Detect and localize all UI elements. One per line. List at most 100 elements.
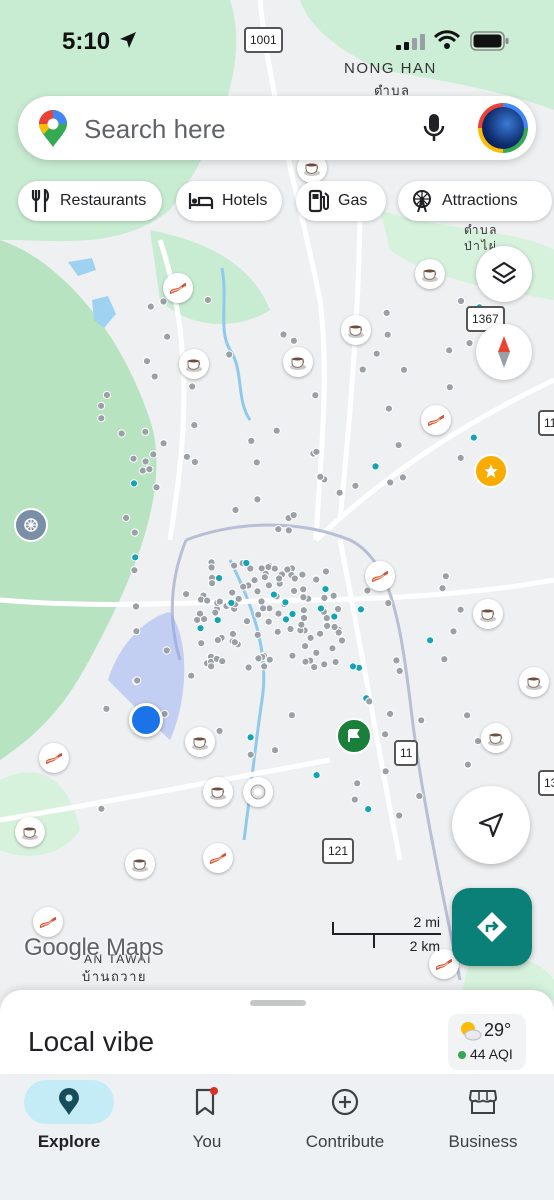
poi-dot xyxy=(289,336,298,345)
poi-dot xyxy=(365,697,374,706)
poi-dot xyxy=(351,481,360,490)
road-shield-11: 11 xyxy=(394,740,419,766)
coffee-cup-icon xyxy=(132,859,148,872)
poi-dot xyxy=(247,436,256,445)
poi-dot xyxy=(272,426,281,435)
temple-pin[interactable] xyxy=(14,508,48,542)
poi-dot xyxy=(257,564,266,573)
compass-button[interactable] xyxy=(476,324,532,380)
poi-dot xyxy=(290,574,299,583)
poi-dot xyxy=(146,302,155,311)
coffee-cup-icon xyxy=(488,733,504,746)
chip-gas-label: Gas xyxy=(338,192,368,209)
poi-dot xyxy=(384,599,393,608)
flag-pin[interactable] xyxy=(336,718,372,754)
star-pin[interactable] xyxy=(474,454,508,488)
road-shield-121: 121 xyxy=(322,838,355,864)
cafe-pin[interactable] xyxy=(125,849,155,879)
cafe-pin[interactable] xyxy=(415,259,445,289)
cell-signal-icon xyxy=(396,34,425,50)
poi-dot xyxy=(463,760,472,769)
poi-dot xyxy=(281,598,290,607)
poi-dot xyxy=(316,604,325,613)
chip-hotels-label: Hotels xyxy=(222,192,268,209)
poi-dot xyxy=(253,630,262,640)
poi-dot xyxy=(386,709,395,719)
poi-dot xyxy=(445,383,454,392)
cafe-pin[interactable] xyxy=(519,667,549,697)
mic-icon[interactable] xyxy=(422,112,446,144)
restaurant-pin[interactable] xyxy=(365,561,395,591)
compass-icon xyxy=(498,336,510,368)
chip-gas[interactable]: Gas xyxy=(296,181,386,221)
cafe-pin[interactable] xyxy=(179,349,209,379)
poi-dot xyxy=(117,429,126,438)
status-time: 5:10 xyxy=(62,28,111,55)
bottom-sheet[interactable]: Local vibe 29° 44 AQI xyxy=(0,990,554,1080)
weather-widget[interactable]: 29° 44 AQI xyxy=(448,1014,526,1070)
directions-button[interactable] xyxy=(452,888,532,966)
sheet-drag-handle[interactable] xyxy=(250,1000,306,1006)
poi-dot xyxy=(297,620,306,629)
scale-miles: 2 mi xyxy=(413,914,440,930)
restaurant-pin[interactable] xyxy=(33,907,63,937)
poi-dot xyxy=(469,433,478,442)
tab-business-label: Business xyxy=(448,1132,518,1151)
tab-business[interactable]: Business xyxy=(414,1074,552,1174)
poi-dot xyxy=(335,488,344,497)
cafe-pin[interactable] xyxy=(481,723,511,753)
cafe-pin[interactable] xyxy=(341,315,371,345)
poi-dot xyxy=(316,472,325,481)
cafe-pin[interactable] xyxy=(185,727,215,757)
cafe-pin[interactable] xyxy=(203,777,233,807)
layers-button[interactable] xyxy=(476,246,532,302)
poi-dot xyxy=(306,633,315,643)
google-maps-logo: Google Maps xyxy=(24,934,164,961)
poi-dot xyxy=(270,564,279,573)
scale-km: 2 km xyxy=(409,938,440,954)
layers-icon xyxy=(491,261,517,285)
wifi-icon xyxy=(434,30,460,49)
restaurant-pin[interactable] xyxy=(421,405,451,435)
search-bar[interactable]: Search here xyxy=(18,96,536,160)
cafe-pin[interactable] xyxy=(283,347,313,377)
poi-dot xyxy=(299,606,308,615)
poi-dot xyxy=(215,597,224,606)
poi-dot xyxy=(320,660,329,669)
account-avatar[interactable] xyxy=(478,103,528,153)
battery-icon xyxy=(470,31,509,51)
poi-dot xyxy=(273,627,282,636)
tab-you[interactable]: You xyxy=(138,1074,276,1174)
poi-dot xyxy=(122,513,131,523)
poi-dot xyxy=(270,746,280,755)
chip-restaurants[interactable]: Restaurants xyxy=(18,181,162,221)
restaurant-pin[interactable] xyxy=(203,843,233,873)
cafe-pin[interactable] xyxy=(473,599,503,629)
chip-hotels[interactable]: Hotels xyxy=(176,181,282,221)
poi-dot xyxy=(312,447,321,456)
map-view[interactable]: NONG HAN ตำบล ตำบล ป่าไผ่ AN TAWAI บ้านถ… xyxy=(0,0,554,1000)
poi-dot xyxy=(149,450,158,459)
poi-dot xyxy=(440,655,449,664)
cafe-pin[interactable] xyxy=(15,817,45,847)
tab-contribute[interactable]: Contribute xyxy=(276,1074,414,1174)
dining-pin[interactable] xyxy=(243,777,273,807)
poi-dot xyxy=(150,372,159,381)
restaurant-pin[interactable] xyxy=(163,273,193,303)
coffee-cup-icon xyxy=(192,737,208,750)
poi-dot xyxy=(208,579,217,588)
search-input[interactable]: Search here xyxy=(84,114,226,145)
poi-dot xyxy=(331,657,340,667)
poi-dot xyxy=(311,391,320,400)
tab-explore[interactable]: Explore xyxy=(0,1074,138,1174)
navigation-arrow-icon xyxy=(478,812,504,838)
poi-dot xyxy=(97,401,106,410)
poi-dot xyxy=(234,594,243,603)
poi-dot xyxy=(230,638,239,647)
poi-dot xyxy=(279,330,288,339)
my-location-button[interactable] xyxy=(452,786,530,864)
poi-dot xyxy=(364,805,373,814)
restaurant-pin[interactable] xyxy=(39,743,69,773)
chip-attractions[interactable]: Attractions xyxy=(398,181,552,221)
poi-dot xyxy=(230,561,239,570)
